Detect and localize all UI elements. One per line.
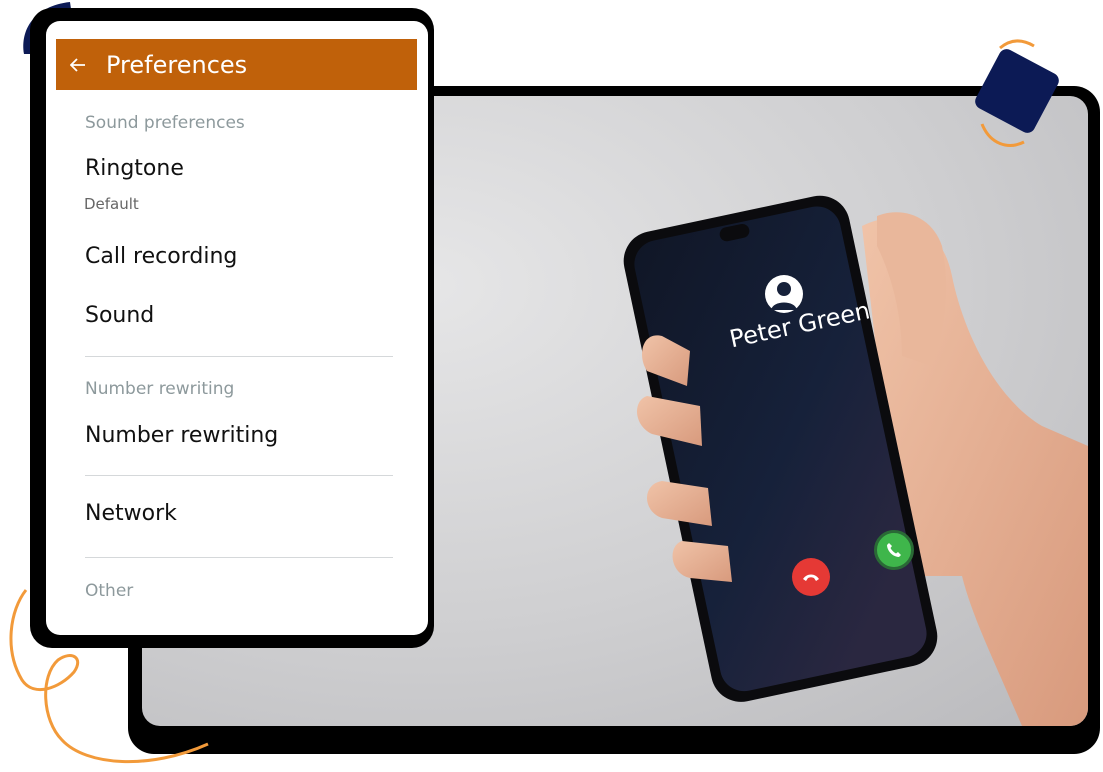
decline-call-button[interactable]	[792, 558, 830, 596]
app-bar: Preferences	[56, 39, 417, 90]
divider	[85, 557, 393, 558]
navy-square-decoration	[975, 39, 1059, 147]
arrow-left-icon	[70, 57, 85, 72]
section-header-other: Other	[85, 581, 134, 601]
accept-call-button[interactable]	[874, 530, 914, 570]
sound-setting[interactable]: Sound	[85, 303, 154, 328]
network-setting[interactable]: Network	[85, 501, 177, 526]
divider	[85, 356, 393, 357]
phone-icon	[887, 543, 901, 557]
number-rewriting-setting[interactable]: Number rewriting	[85, 423, 278, 448]
back-button[interactable]	[56, 39, 100, 90]
page-title: Preferences	[106, 50, 248, 79]
call-recording-setting[interactable]: Call recording	[85, 244, 237, 269]
ringtone-summary: Default	[84, 195, 139, 213]
divider	[85, 475, 393, 476]
caller-avatar-icon	[765, 275, 803, 313]
phone-hangup-icon	[803, 574, 819, 581]
section-header-sound: Sound preferences	[85, 113, 245, 133]
ringtone-setting[interactable]: Ringtone	[85, 156, 184, 181]
section-header-number-rewriting: Number rewriting	[85, 379, 235, 399]
preferences-panel: Preferences Sound preferences Ringtone D…	[46, 21, 428, 635]
